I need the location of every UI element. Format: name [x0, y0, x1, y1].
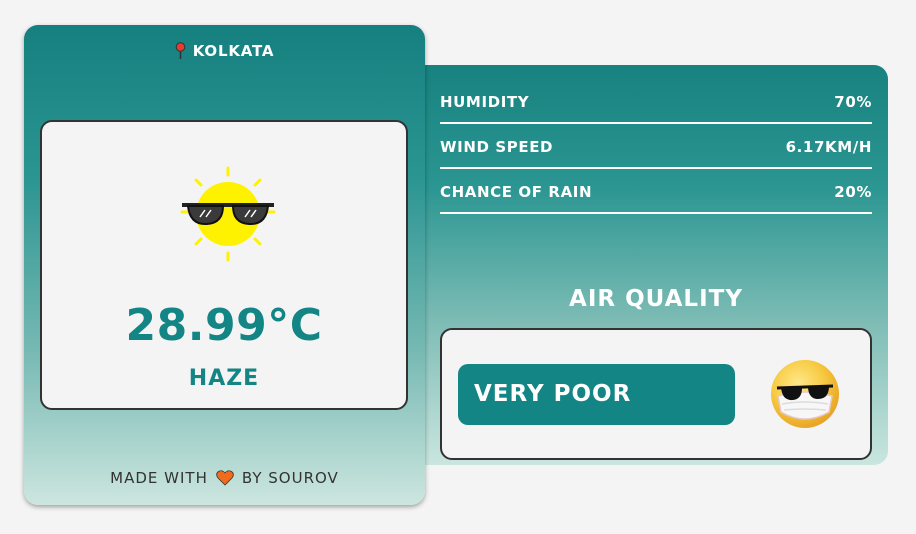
stat-value: 6.17KM/H [785, 137, 872, 156]
stat-wind-speed: WIND SPEED 6.17KM/H [440, 124, 872, 169]
weather-condition: HAZE [188, 366, 260, 391]
stat-humidity: HUMIDITY 70% [440, 79, 872, 124]
masked-face-sunglasses-icon [771, 360, 839, 428]
air-quality-status-badge: VERY POOR [458, 363, 735, 425]
stat-label: WIND SPEED [440, 137, 554, 156]
main-weather-card: KOLKATA 28.99°C HAZE MADE WITH BY SOUROV [24, 25, 425, 505]
footer-credit: MADE WITH BY SOUROV [24, 469, 425, 487]
stat-label: HUMIDITY [440, 92, 530, 111]
footer-suffix: BY SOUROV [241, 469, 339, 487]
stat-value: 20% [834, 182, 872, 201]
stat-label: CHANCE OF RAIN [440, 182, 593, 201]
stat-chance-of-rain: CHANCE OF RAIN 20% [440, 169, 872, 214]
stat-value: 70% [834, 92, 872, 111]
footer-prefix: MADE WITH [110, 469, 208, 487]
air-quality-box: VERY POOR [440, 328, 872, 460]
sun-with-sunglasses-icon [180, 166, 276, 262]
air-quality-status: VERY POOR [474, 381, 632, 407]
location-city: KOLKATA [192, 42, 275, 60]
map-pin-icon [175, 42, 185, 59]
heart-icon [216, 470, 234, 486]
air-quality-title: AIR QUALITY [569, 286, 743, 312]
location: KOLKATA [24, 42, 425, 60]
temperature: 28.99°C [125, 300, 323, 351]
current-weather-box: 28.99°C HAZE [40, 120, 408, 410]
details-panel: HUMIDITY 70% WIND SPEED 6.17KM/H CHANCE … [412, 65, 888, 465]
weather-app: HUMIDITY 70% WIND SPEED 6.17KM/H CHANCE … [0, 0, 916, 534]
